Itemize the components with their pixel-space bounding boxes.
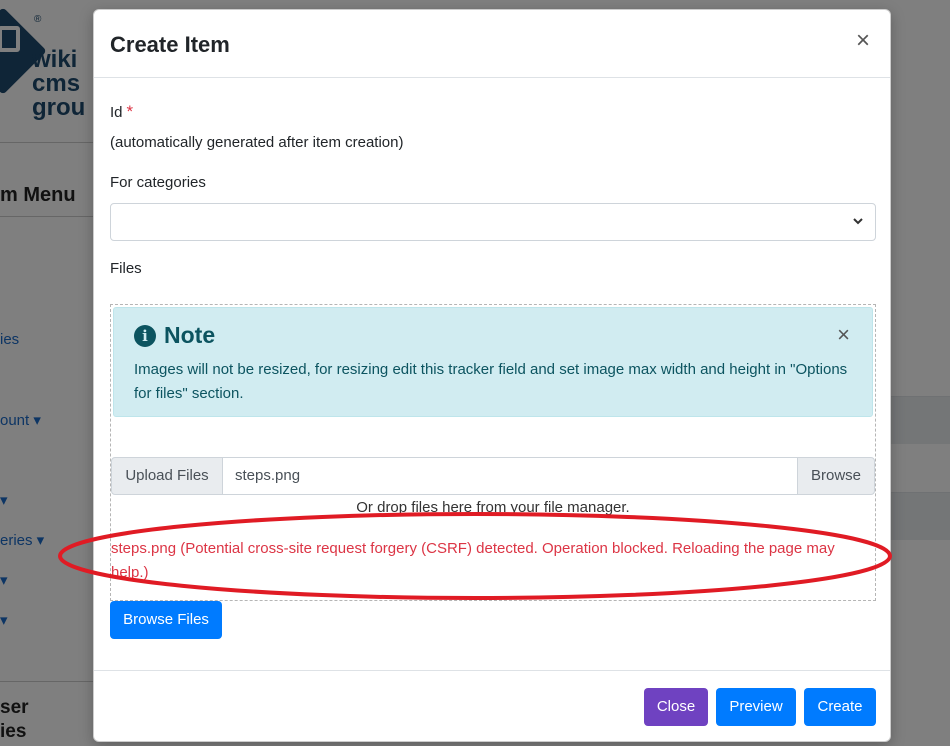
create-item-modal: Create Item × Id * (automatically generat… xyxy=(93,9,891,742)
browse-files-button[interactable]: Browse Files xyxy=(110,601,222,639)
logo-registered-mark: ® xyxy=(34,14,42,25)
close-button[interactable]: Close xyxy=(644,688,708,726)
required-asterisk: * xyxy=(126,102,134,121)
modal-title: Create Item xyxy=(110,32,230,57)
logo-text-cms: cms xyxy=(32,70,81,97)
chevron-down-icon xyxy=(853,218,863,225)
bg-right-band xyxy=(891,396,950,444)
id-label: Id * xyxy=(110,102,133,122)
note-title: Note xyxy=(164,322,216,348)
modal-header: Create Item × xyxy=(94,10,890,78)
bg-bottom-text: ies xyxy=(0,721,27,742)
upload-file-input[interactable]: steps.png xyxy=(223,457,797,495)
file-dropzone[interactable]: i Note × Images will not be resized, for… xyxy=(110,304,876,601)
bg-divider xyxy=(0,216,93,217)
bg-divider xyxy=(0,681,93,682)
note-alert: i Note × Images will not be resized, for… xyxy=(113,307,873,417)
bg-menu-link: ies xyxy=(0,331,20,348)
files-label: Files xyxy=(110,260,142,277)
id-help-text: (automatically generated after item crea… xyxy=(110,134,404,151)
bg-menu-link: ▾ xyxy=(0,572,8,589)
categories-label: For categories xyxy=(110,174,206,191)
bg-menu-link: ount ▾ xyxy=(0,412,41,429)
modal-footer: Close Preview Create xyxy=(94,670,890,742)
note-close-icon[interactable]: × xyxy=(837,324,850,346)
bg-menu-link: ▾ xyxy=(0,492,8,509)
upload-browse-button[interactable]: Browse xyxy=(797,457,875,495)
upload-input-group: Upload Files steps.png Browse xyxy=(111,457,875,495)
modal-close-icon[interactable]: × xyxy=(852,28,874,54)
note-header: i Note xyxy=(134,322,215,349)
csrf-error-message: steps.png (Potential cross-site request … xyxy=(111,540,835,581)
note-text: Images will not be resized, for resizing… xyxy=(134,361,848,402)
upload-files-label: Upload Files xyxy=(111,457,223,495)
bg-bottom-text: ser xyxy=(0,697,29,718)
logo-mark-icon xyxy=(0,26,20,52)
info-icon: i xyxy=(134,324,156,347)
bg-divider xyxy=(0,142,93,143)
logo-text-group: grou xyxy=(32,94,86,121)
bg-menu-title: m Menu xyxy=(0,184,76,206)
categories-select[interactable] xyxy=(110,203,876,241)
drop-hint-text: Or drop files here from your file manage… xyxy=(356,499,630,516)
logo-text-wiki: wiki xyxy=(32,46,78,73)
create-button[interactable]: Create xyxy=(804,688,876,726)
bg-right-band xyxy=(891,492,950,540)
id-label-text: Id xyxy=(110,104,123,121)
bg-menu-link: ▾ xyxy=(0,612,8,629)
preview-button[interactable]: Preview xyxy=(716,688,796,726)
bg-menu-link: eries ▾ xyxy=(0,532,45,549)
